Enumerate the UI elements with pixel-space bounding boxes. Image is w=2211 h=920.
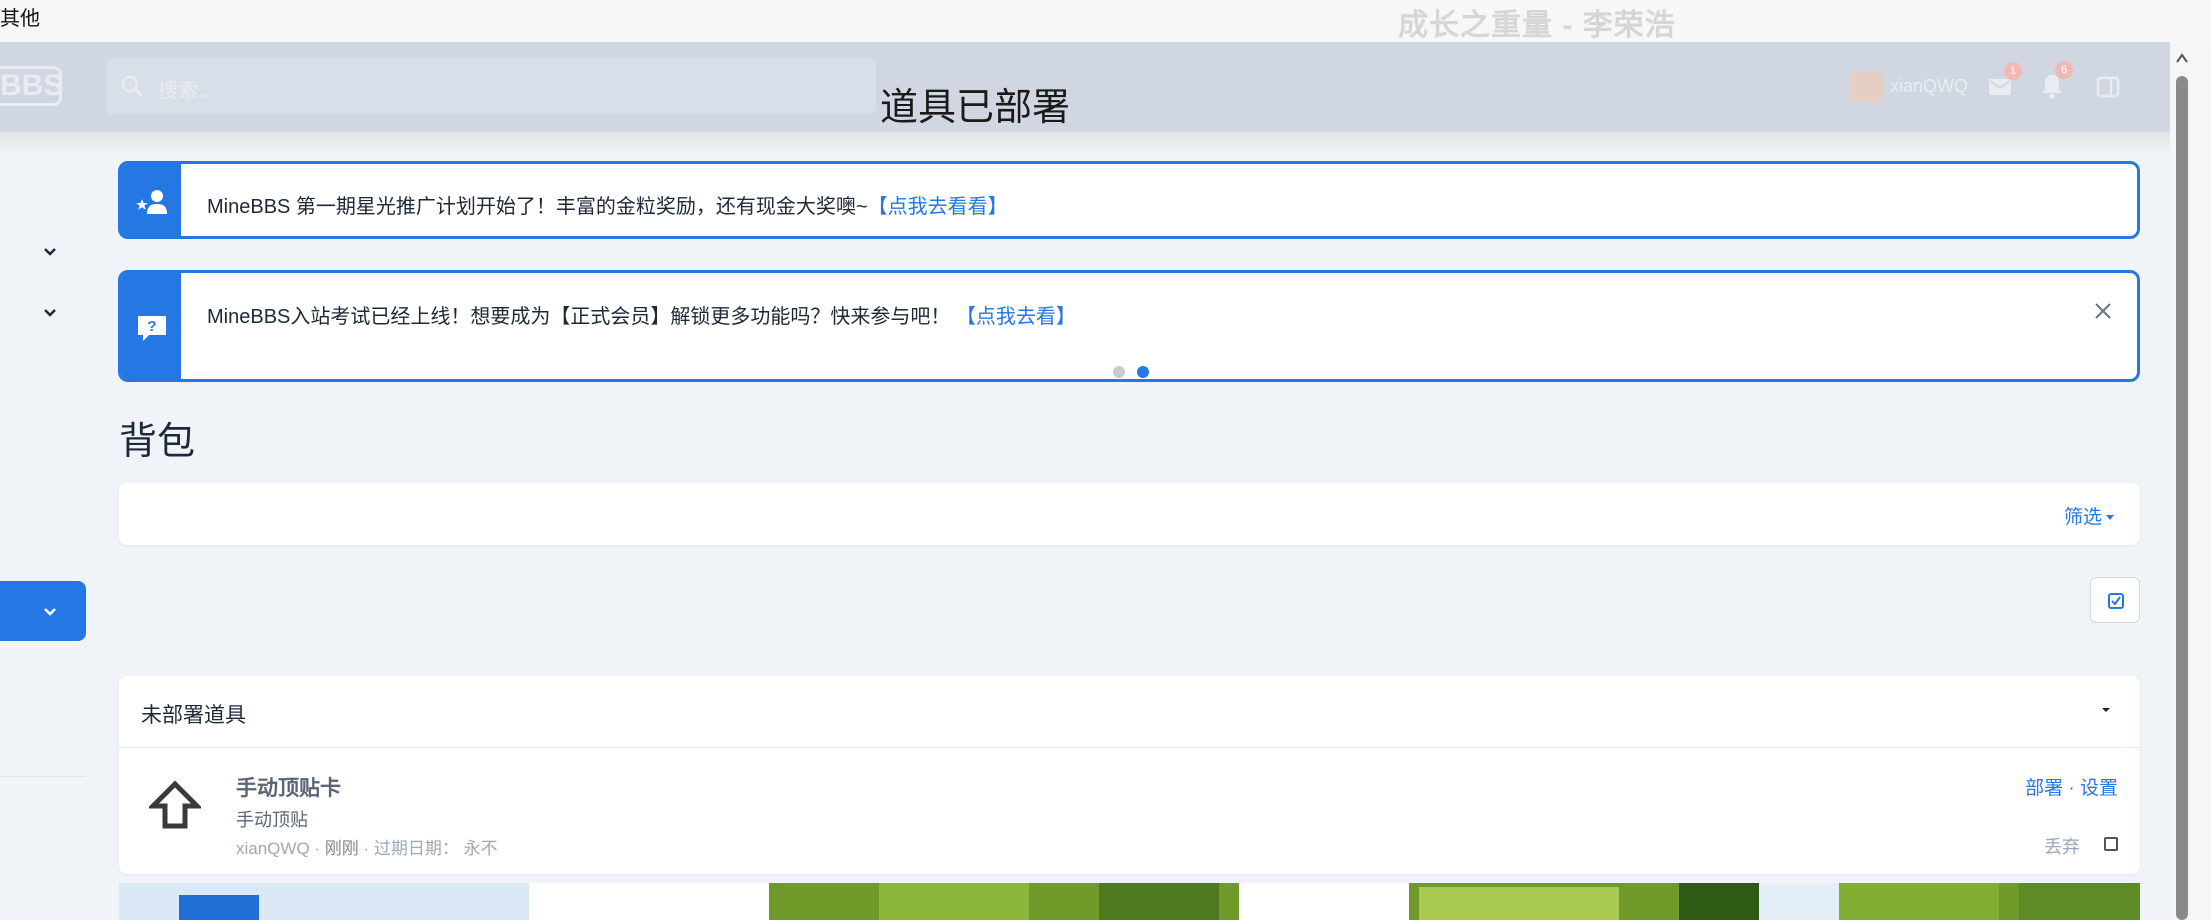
music-title: 成长之重量 - 李荣浩 (1398, 9, 1676, 42)
banner-image (119, 883, 2140, 920)
notice-link[interactable]: 【点我去看看】 (868, 196, 1008, 218)
item-owner[interactable]: xianQWQ (236, 839, 310, 858)
item-description: 手动顶贴 (236, 810, 308, 830)
notice-banner: MineBBS 第一期星光推广计划开始了！丰富的金粒奖励，还有现金大奖噢~【点我… (118, 161, 2140, 239)
scrollbar-thumb[interactable] (2176, 76, 2188, 920)
notice-message: MineBBS 第一期星光推广计划开始了！丰富的金粒奖励，还有现金大奖噢~ (207, 196, 868, 218)
item-expire-value: 永不 (463, 839, 498, 858)
item-meta: xianQWQ · 刚刚 · 过期日期： 永不 (236, 839, 498, 858)
select-all-button[interactable] (2090, 577, 2140, 623)
notice-text: MineBBS 第一期星光推广计划开始了！丰富的金粒奖励，还有现金大奖噢~【点我… (207, 190, 1008, 219)
avatar[interactable] (1850, 72, 1884, 102)
search-input[interactable] (106, 58, 876, 114)
notice-message: MineBBS入站考试已经上线！想要成为【正式会员】解锁更多功能吗？快来参与吧！ (207, 306, 951, 328)
item-actions: 部署 · 设置 (2025, 778, 2118, 799)
page-title: 背包 (119, 421, 196, 463)
filter-button[interactable]: 筛选 (2064, 502, 2114, 529)
chevron-down-icon[interactable] (40, 245, 60, 259)
notice-banner: ? MineBBS入站考试已经上线！想要成为【正式会员】解锁更多功能吗？快来参与… (118, 270, 2140, 382)
notice-link[interactable]: 【点我去看】 (956, 306, 1076, 328)
mail-badge: 1 (2004, 62, 2022, 80)
block-title: 未部署道具 (141, 704, 246, 727)
user-name[interactable]: xianQWQ (1890, 76, 1968, 97)
site-logo[interactable]: BBS (0, 66, 62, 106)
question-bubble-icon: ? (138, 316, 166, 341)
right-edge-strip (2194, 42, 2211, 920)
caret-down-icon (2106, 515, 2114, 521)
sidebar-divider (0, 776, 86, 777)
header-shadow (0, 132, 2170, 154)
discard-checkbox[interactable] (2104, 837, 2118, 851)
close-icon[interactable] (2093, 301, 2113, 321)
discard-label: 丢弃 (2044, 837, 2080, 857)
user-star-icon (136, 190, 167, 214)
filter-bar: 筛选 (119, 483, 2140, 545)
svg-text:?: ? (147, 318, 156, 335)
filter-label: 筛选 (2063, 507, 2102, 528)
top-left-text: 其他 (0, 8, 40, 30)
promo-banner[interactable] (119, 883, 2140, 920)
search-icon (121, 75, 143, 97)
checkbox-icon (2108, 593, 2124, 609)
item-time: 刚刚 (324, 839, 359, 858)
search-placeholder: 搜索... (158, 80, 215, 102)
settings-link[interactable]: 设置 (2080, 778, 2118, 799)
notice-text: MineBBS入站考试已经上线！想要成为【正式会员】解锁更多功能吗？快来参与吧！… (207, 300, 1076, 329)
chevron-down-icon[interactable] (40, 605, 60, 619)
alert-badge: 6 (2055, 61, 2073, 79)
carousel-dot-active[interactable] (1137, 366, 1149, 378)
deploy-toast: 道具已部署 (880, 87, 1071, 129)
item-name[interactable]: 手动顶贴卡 (236, 772, 341, 802)
system-top-strip (0, 0, 2211, 42)
scroll-up-icon[interactable] (2175, 52, 2189, 64)
block-header[interactable]: 未部署道具 (119, 676, 2140, 748)
panel-icon[interactable] (2094, 73, 2122, 101)
caret-down-icon[interactable] (2100, 704, 2112, 716)
arrow-up-icon (149, 780, 201, 829)
carousel-dot[interactable] (1113, 366, 1125, 378)
item-expire-label: 过期日期： (373, 839, 459, 858)
undeployed-items-block: 未部署道具 手动顶贴卡 手动顶贴 xianQWQ · 刚刚 · 过期日期： 永不… (119, 676, 2140, 874)
deploy-link[interactable]: 部署 (2025, 778, 2063, 799)
chevron-down-icon[interactable] (40, 306, 60, 320)
